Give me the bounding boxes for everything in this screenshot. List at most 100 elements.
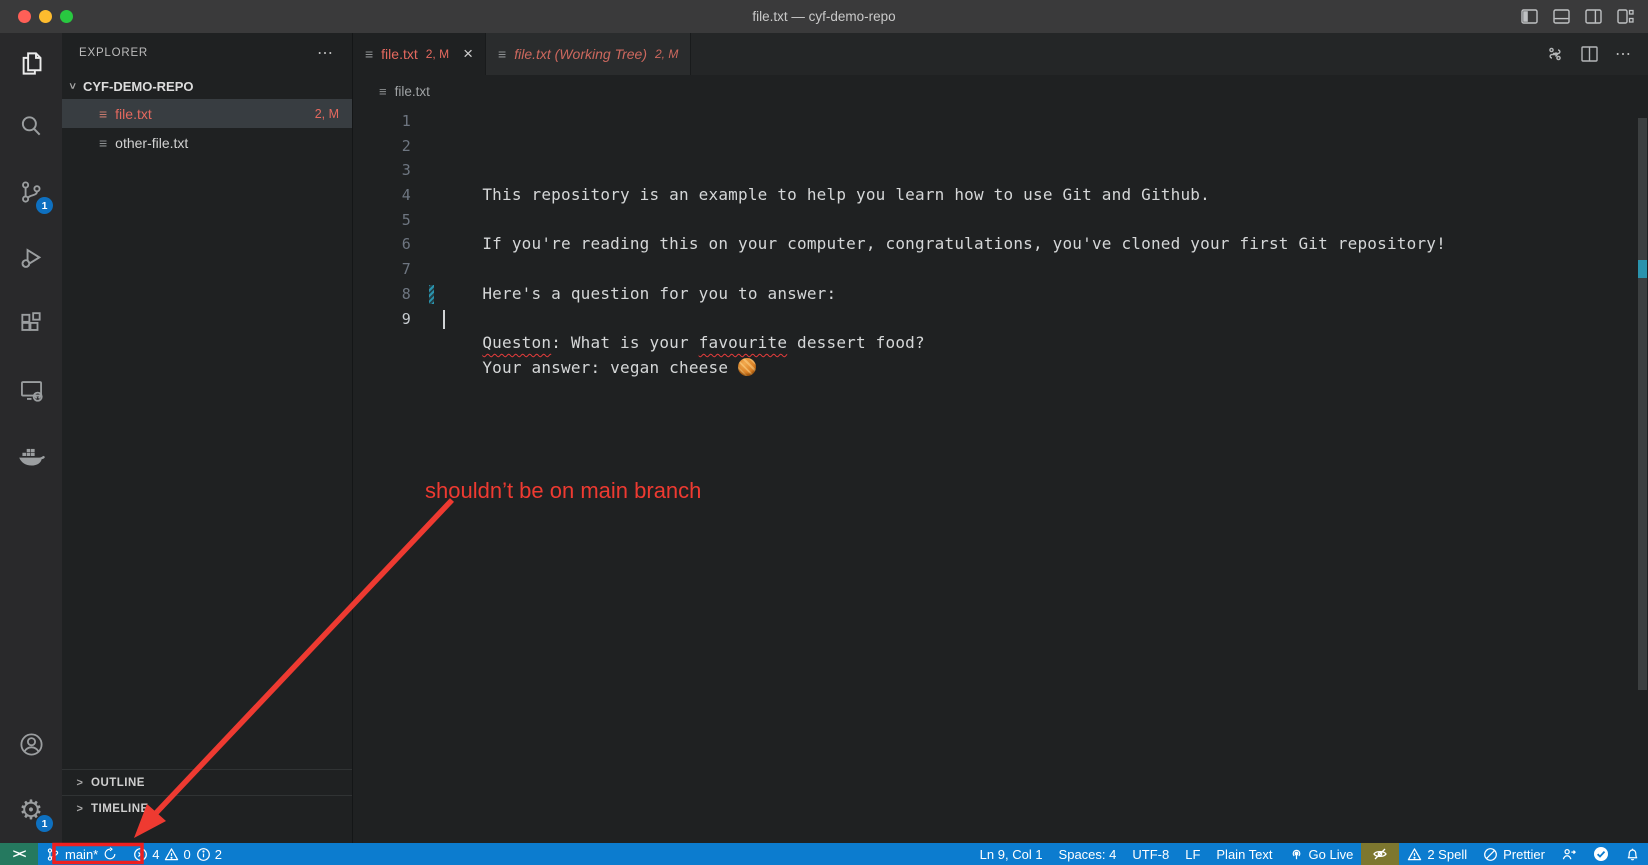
code-line[interactable]: 1 This repository is an example to help … xyxy=(353,109,1648,134)
close-tab-icon[interactable]: × xyxy=(463,44,473,64)
text-file-icon: ≡ xyxy=(379,84,387,99)
encoding-status[interactable]: UTF-8 xyxy=(1124,843,1177,865)
prettier-label: Prettier xyxy=(1503,847,1545,862)
toggle-secondary-sidebar-icon[interactable] xyxy=(1585,9,1602,24)
file-row-other-file-txt[interactable]: ≡ other-file.txt xyxy=(62,128,352,157)
spell-checker-status[interactable]: 2 Spell xyxy=(1399,843,1475,865)
spell-label: 2 Spell xyxy=(1427,847,1467,862)
cursor-position-status[interactable]: Ln 9, Col 1 xyxy=(972,843,1051,865)
line-text: Your answer: vegan cheese xyxy=(482,358,756,377)
annotation-text: shouldn’t be on main branch xyxy=(425,478,701,504)
open-changes-icon[interactable] xyxy=(1546,45,1564,63)
file-row-file-txt[interactable]: ≡ file.txt 2, M xyxy=(62,99,352,128)
zoom-window-button[interactable] xyxy=(60,10,73,23)
extensions-icon[interactable] xyxy=(0,291,62,357)
problems-status[interactable]: 4 0 2 xyxy=(125,843,230,865)
remote-indicator[interactable]: >< xyxy=(0,843,38,865)
eye-off-icon xyxy=(1372,846,1388,862)
go-live-label: Go Live xyxy=(1309,847,1354,862)
text-file-icon: ≡ xyxy=(365,46,373,62)
chevron-down-icon: > xyxy=(66,81,78,91)
run-debug-icon[interactable] xyxy=(0,225,62,291)
chevron-right-icon: > xyxy=(75,777,85,789)
breadcrumb[interactable]: ≡ file.txt xyxy=(353,75,1648,107)
explorer-sidebar: EXPLORER ⋯ > CYF-DEMO-REPO ≡ file.txt 2,… xyxy=(62,33,353,843)
warning-icon xyxy=(164,847,179,862)
repo-section-label: CYF-DEMO-REPO xyxy=(83,79,194,94)
indentation-status[interactable]: Spaces: 4 xyxy=(1051,843,1125,865)
tab-problems-badge: 2, M xyxy=(655,47,678,61)
repo-section-header[interactable]: > CYF-DEMO-REPO xyxy=(62,73,352,99)
sync-changes-icon[interactable] xyxy=(103,847,117,861)
prettier-status[interactable]: Prettier xyxy=(1475,843,1553,865)
warning-count: 0 xyxy=(183,847,190,862)
window-title: file.txt — cyf-demo-repo xyxy=(0,0,1648,33)
tab-label: file.txt xyxy=(381,46,418,62)
broadcast-icon xyxy=(1289,847,1304,862)
git-branch-status[interactable]: main* xyxy=(38,843,125,865)
text-file-icon: ≡ xyxy=(99,106,107,122)
close-window-button[interactable] xyxy=(18,10,31,23)
customize-layout-icon[interactable] xyxy=(1617,9,1634,24)
tab-file-txt-working-tree[interactable]: ≡ file.txt (Working Tree) 2, M xyxy=(486,33,691,75)
language-mode-status[interactable]: Plain Text xyxy=(1208,843,1280,865)
line-number: 6 xyxy=(353,232,411,257)
line-number: 7 xyxy=(353,257,411,282)
remote-explorer-icon[interactable] xyxy=(0,357,62,423)
tab-bar: ≡ file.txt 2, M × ≡ file.txt (Working Tr… xyxy=(353,33,1648,75)
branch-name: main* xyxy=(65,847,98,862)
notifications-status[interactable] xyxy=(1617,843,1648,865)
docker-icon[interactable] xyxy=(0,423,62,489)
error-icon xyxy=(133,847,148,862)
code-line[interactable]: 2 xyxy=(353,134,1648,159)
check-status[interactable] xyxy=(1585,843,1617,865)
outline-label: OUTLINE xyxy=(91,777,145,789)
outline-section-header[interactable]: > OUTLINE xyxy=(62,769,352,795)
search-icon[interactable] xyxy=(0,93,62,159)
accounts-icon[interactable] xyxy=(0,711,62,777)
settings-badge: 1 xyxy=(36,815,53,832)
code-line[interactable]: 5 Here's a question for you to answer: xyxy=(353,208,1648,233)
code-line[interactable]: 6 xyxy=(353,232,1648,257)
split-editor-icon[interactable] xyxy=(1581,46,1598,62)
timeline-label: TIMELINE xyxy=(91,803,149,815)
sidebar-more-actions-icon[interactable]: ⋯ xyxy=(317,43,334,63)
status-bar: >< main* 4 xyxy=(0,843,1648,865)
code-line[interactable]: 4 xyxy=(353,183,1648,208)
title-bar: file.txt — cyf-demo-repo xyxy=(0,0,1648,33)
explorer-icon[interactable] xyxy=(0,33,62,93)
timeline-section-header[interactable]: > TIMELINE xyxy=(62,795,352,821)
code-area[interactable]: 1 This repository is an example to help … xyxy=(353,107,1648,331)
editor-more-actions-icon[interactable]: ⋯ xyxy=(1615,44,1632,64)
line-number: 4 xyxy=(353,183,411,208)
tab-file-txt[interactable]: ≡ file.txt 2, M × xyxy=(353,33,486,75)
line-number: 1 xyxy=(353,109,411,134)
editor-scrollbar[interactable] xyxy=(1638,118,1647,690)
feedback-status[interactable] xyxy=(1553,843,1585,865)
slash-circle-icon xyxy=(1483,847,1498,862)
editor-group: ≡ file.txt 2, M × ≡ file.txt (Working Tr… xyxy=(353,33,1648,843)
modified-overview-mark xyxy=(1638,260,1647,278)
toggle-primary-sidebar-icon[interactable] xyxy=(1521,9,1538,24)
chevron-right-icon: > xyxy=(75,803,85,815)
bell-icon xyxy=(1625,847,1640,862)
eye-off-status[interactable] xyxy=(1361,843,1399,865)
file-name: file.txt xyxy=(115,106,152,122)
code-line[interactable]: 7 Queston: What is your favourite desser… xyxy=(353,257,1648,282)
code-line[interactable]: 8 Your answer: vegan cheese xyxy=(353,282,1648,307)
activity-bar: 1 xyxy=(0,33,62,843)
sidebar-title: EXPLORER xyxy=(79,47,148,59)
check-circle-icon xyxy=(1593,846,1609,862)
toggle-panel-icon[interactable] xyxy=(1553,9,1570,24)
go-live-status[interactable]: Go Live xyxy=(1281,843,1362,865)
settings-gear-icon[interactable]: ⚙ 1 xyxy=(0,777,62,843)
minimize-window-button[interactable] xyxy=(39,10,52,23)
person-arrow-icon xyxy=(1561,847,1577,862)
code-line[interactable]: 9 xyxy=(353,307,1648,332)
breadcrumb-file-name: file.txt xyxy=(395,84,430,99)
code-line[interactable]: 3 If you're reading this on your compute… xyxy=(353,158,1648,183)
source-control-icon[interactable]: 1 xyxy=(0,159,62,225)
eol-status[interactable]: LF xyxy=(1177,843,1208,865)
git-branch-icon xyxy=(46,847,60,862)
line-number: 5 xyxy=(353,208,411,233)
